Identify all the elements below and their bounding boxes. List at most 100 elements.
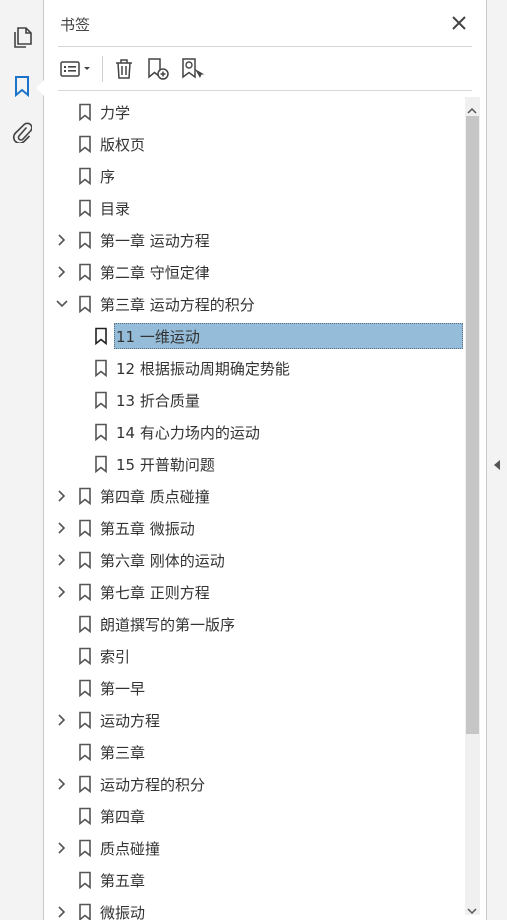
- bookmark-label: 序: [100, 168, 116, 186]
- bookmark-item[interactable]: 13 折合质量: [44, 385, 464, 415]
- chevron-right-icon[interactable]: [56, 233, 68, 247]
- bookmark-item[interactable]: 第一章 运动方程: [44, 225, 464, 255]
- bookmark-item[interactable]: 11 一维运动: [44, 321, 464, 351]
- bookmark-label: 第五章 微振动: [100, 520, 195, 538]
- bookmark-icon: [94, 327, 108, 346]
- divider: [58, 90, 472, 91]
- trash-icon: [116, 59, 132, 79]
- bookmark-item[interactable]: 运动方程: [44, 705, 464, 735]
- bookmark-label: 微振动: [100, 904, 146, 920]
- bookmark-item[interactable]: 力学: [44, 97, 464, 127]
- bookmark-icon: [78, 583, 92, 602]
- bookmark-icon: [78, 775, 92, 794]
- bookmark-item[interactable]: 第五章 微振动: [44, 513, 464, 543]
- bookmark-label: 第一早: [100, 680, 146, 698]
- bookmark-item[interactable]: 第五章: [44, 865, 464, 895]
- chevron-right-icon[interactable]: [56, 553, 68, 567]
- bookmark-item[interactable]: 第七章 正则方程: [44, 577, 464, 607]
- bookmark-item[interactable]: 第六章 刚体的运动: [44, 545, 464, 575]
- bookmark-item[interactable]: 序: [44, 161, 464, 191]
- scroll-down-icon[interactable]: [467, 901, 477, 915]
- bookmark-icon: [78, 551, 92, 570]
- bookmark-icon: [78, 231, 92, 250]
- bookmark-item[interactable]: 索引: [44, 641, 464, 671]
- bookmark-label: 14 有心力场内的运动: [116, 424, 260, 442]
- bookmark-tree: 力学 版权页序目录 第一章 运动方程 第二章 守恒定律 第三章 运动方程的积分 11 一维…: [44, 97, 464, 920]
- bookmark-icon: [78, 103, 92, 122]
- bookmark-icon: [78, 263, 92, 282]
- bookmark-icon: [78, 839, 92, 858]
- bookmark-icon: [94, 391, 108, 410]
- options-menu-button[interactable]: [58, 54, 96, 84]
- bookmark-label: 朗道撰写的第一版序: [100, 616, 236, 634]
- chevron-right-icon[interactable]: [56, 777, 68, 791]
- pages-icon[interactable]: [10, 26, 34, 50]
- bookmark-icon: [78, 743, 92, 762]
- chevron-right-icon[interactable]: [56, 841, 68, 855]
- bookmark-label: 12 根据振动周期确定势能: [116, 360, 290, 378]
- bookmark-item[interactable]: 14 有心力场内的运动: [44, 417, 464, 447]
- delete-bookmark-button[interactable]: [109, 54, 139, 84]
- bookmark-label: 第四章 质点碰撞: [100, 488, 210, 506]
- chevron-down-icon[interactable]: [56, 297, 68, 311]
- scroll-up-icon[interactable]: [467, 101, 477, 114]
- bookmark-item[interactable]: 质点碰撞: [44, 833, 464, 863]
- chevron-right-icon[interactable]: [56, 521, 68, 535]
- active-panel-pointer: [36, 80, 44, 96]
- close-icon[interactable]: [450, 14, 468, 32]
- bookmark-label: 第三章: [100, 744, 146, 762]
- bookmark-item[interactable]: 运动方程的积分: [44, 769, 464, 799]
- bookmark-item[interactable]: 微振动: [44, 897, 464, 920]
- bookmarks-icon[interactable]: [10, 74, 34, 98]
- chevron-right-icon[interactable]: [56, 713, 68, 727]
- bookmark-label: 第七章 正则方程: [100, 584, 210, 602]
- bookmark-label: 15 开普勒问题: [116, 456, 215, 474]
- bookmark-label: 第五章: [100, 872, 146, 890]
- bookmark-item[interactable]: 第三章 运动方程的积分: [44, 289, 464, 319]
- bookmark-icon: [78, 711, 92, 730]
- bookmark-icon: [78, 487, 92, 506]
- find-current-bookmark-button[interactable]: [177, 54, 207, 84]
- bookmark-icon: [78, 807, 92, 826]
- bookmark-icon: [78, 519, 92, 538]
- divider: [58, 46, 472, 47]
- bookmark-label: 运动方程的积分: [100, 776, 206, 794]
- attachments-icon[interactable]: [10, 120, 34, 144]
- collapse-panel-icon[interactable]: [493, 456, 501, 470]
- bookmark-item[interactable]: 第一早: [44, 673, 464, 703]
- chevron-right-icon[interactable]: [56, 489, 68, 503]
- bookmark-icon: [78, 167, 92, 186]
- bookmark-label: 目录: [100, 200, 131, 218]
- chevron-right-icon[interactable]: [56, 265, 68, 279]
- bookmark-label: 版权页: [100, 136, 146, 154]
- bookmark-item[interactable]: 目录: [44, 193, 464, 223]
- bookmark-label: 第二章 守恒定律: [100, 264, 210, 282]
- bookmarks-toolbar: [58, 52, 211, 86]
- bookmark-item[interactable]: 第二章 守恒定律: [44, 257, 464, 287]
- chevron-right-icon[interactable]: [56, 585, 68, 599]
- new-bookmark-button[interactable]: [143, 54, 173, 84]
- bookmark-item[interactable]: 第四章 质点碰撞: [44, 481, 464, 511]
- bookmark-item[interactable]: 版权页: [44, 129, 464, 159]
- bookmark-label: 第三章 运动方程的积分: [100, 296, 255, 314]
- bookmark-label: 质点碰撞: [100, 840, 161, 858]
- bookmark-label: 第一章 运动方程: [100, 232, 210, 250]
- chevron-right-icon[interactable]: [56, 905, 68, 919]
- bookmark-label: 第四章: [100, 808, 146, 826]
- bookmark-icon: [78, 199, 92, 218]
- bookmark-icon: [78, 679, 92, 698]
- scrollbar-thumb[interactable]: [466, 116, 479, 734]
- bookmark-icon: [78, 647, 92, 666]
- bookmark-icon: [78, 135, 92, 154]
- bookmark-item[interactable]: 朗道撰写的第一版序: [44, 609, 464, 639]
- bookmark-item[interactable]: 12 根据振动周期确定势能: [44, 353, 464, 383]
- bookmark-icon: [94, 455, 108, 474]
- new-bookmark-icon: [148, 58, 169, 80]
- bookmark-icon: [78, 615, 92, 634]
- bookmark-icon: [78, 903, 92, 920]
- bookmark-item[interactable]: 15 开普勒问题: [44, 449, 464, 479]
- bookmark-item[interactable]: 第四章: [44, 801, 464, 831]
- bookmark-item[interactable]: 第三章: [44, 737, 464, 767]
- panel-title: 书签: [60, 16, 91, 34]
- bookmark-icon: [78, 871, 92, 890]
